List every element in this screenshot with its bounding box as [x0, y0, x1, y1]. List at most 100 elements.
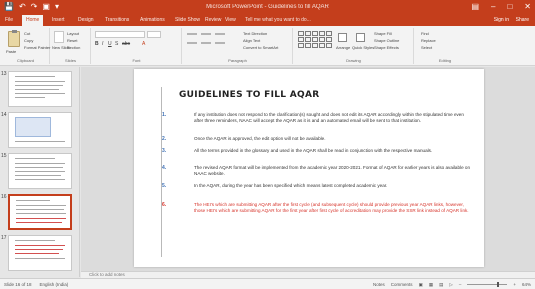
tab-transitions[interactable]: Transitions — [105, 16, 129, 24]
arrange-button[interactable]: Arrange — [336, 45, 350, 51]
bold-icon[interactable]: B — [95, 41, 99, 47]
restore-icon[interactable]: ▤ — [471, 1, 479, 12]
tab-review[interactable]: Review — [205, 16, 221, 24]
strikethrough-icon[interactable]: abc — [122, 41, 130, 47]
minimize-icon[interactable]: – — [491, 1, 495, 12]
guideline-text: In the AQAR, during the year has been sp… — [194, 183, 388, 188]
reset-button[interactable]: Reset — [67, 38, 77, 44]
tab-view[interactable]: View — [225, 16, 236, 24]
text-direction-button[interactable]: Text Direction — [243, 31, 267, 37]
slides-label: Slides — [65, 58, 76, 63]
tab-insert[interactable]: Insert — [52, 16, 65, 24]
copy-button[interactable]: Copy — [24, 38, 33, 44]
tab-animations[interactable]: Animations — [140, 16, 165, 24]
normal-view-icon[interactable]: ▣ — [419, 281, 423, 288]
tab-design[interactable]: Design — [78, 16, 94, 24]
slide-thumbnail[interactable] — [8, 235, 72, 271]
font-name-box[interactable] — [95, 31, 145, 38]
layout-button[interactable]: Layout — [67, 31, 79, 37]
guideline-number: 3. — [162, 148, 167, 154]
zoom-slider[interactable] — [467, 282, 508, 287]
slides-group: New Slide Layout Reset Section Slides — [51, 28, 91, 64]
redo-icon[interactable]: ↷ — [31, 2, 38, 12]
shape-outline-button[interactable]: Shape Outline — [374, 38, 399, 44]
shape-effects-button[interactable]: Shape Effects — [374, 45, 399, 51]
paste-label[interactable]: Paste — [6, 49, 16, 55]
maximize-icon[interactable]: □ — [507, 1, 512, 12]
quick-styles-icon[interactable] — [356, 33, 365, 42]
slide-thumbnail[interactable] — [8, 71, 72, 107]
undo-icon[interactable]: ↶ — [19, 2, 26, 12]
thumb-number: 17 — [1, 235, 7, 241]
align-left-icon[interactable] — [187, 42, 197, 44]
save-icon[interactable]: 💾 — [4, 2, 14, 12]
clipboard-group: Paste Cut Copy Format Painter Clipboard — [2, 28, 50, 64]
underline-icon[interactable]: U — [108, 41, 112, 47]
language-indicator[interactable]: English (India) — [40, 281, 69, 288]
numbering-icon[interactable] — [201, 33, 211, 35]
tell-me-search[interactable]: Tell me what you want to do... — [245, 16, 311, 24]
font-group: B I U S abc A Font — [92, 28, 182, 64]
new-slide-icon[interactable] — [54, 31, 64, 43]
zoom-level[interactable]: 64% — [522, 281, 531, 288]
thumb-number: 14 — [1, 112, 7, 118]
slide-thumbnail-pane: 13 14 15 16 17 — [0, 67, 80, 277]
font-size-box[interactable] — [147, 31, 161, 38]
indent-icon[interactable] — [215, 33, 225, 35]
slideshow-icon[interactable]: ▷ — [449, 281, 452, 288]
drawing-label: Drawing — [346, 58, 361, 63]
notes-pane[interactable]: Click to add notes — [81, 271, 535, 278]
tab-home[interactable]: Home — [22, 15, 44, 26]
guideline-number: 2. — [162, 136, 167, 142]
present-icon[interactable]: ▣ — [42, 2, 50, 12]
reading-view-icon[interactable]: ▤ — [439, 281, 443, 288]
replace-button[interactable]: Replace — [421, 38, 436, 44]
guideline-number: 1. — [162, 112, 167, 118]
slide-thumbnail-selected[interactable] — [8, 194, 72, 230]
zoom-out-icon[interactable]: – — [459, 281, 462, 288]
slide-sorter-icon[interactable]: ▦ — [429, 281, 433, 288]
shape-fill-button[interactable]: Shape Fill — [374, 31, 392, 37]
clipboard-label: Clipboard — [16, 58, 35, 63]
guideline-text: Once the AQAR is approved, the edit opti… — [194, 136, 326, 141]
tab-slide-show[interactable]: Slide Show — [175, 16, 200, 24]
tab-file[interactable]: File — [5, 16, 13, 24]
paste-icon[interactable] — [8, 30, 20, 47]
quick-styles-button[interactable]: Quick Styles — [352, 45, 374, 51]
close-icon[interactable]: ✕ — [524, 1, 531, 12]
guideline-number: 4. — [162, 165, 167, 171]
align-center-icon[interactable] — [201, 42, 211, 44]
sign-in-link[interactable]: Sign in — [494, 16, 509, 24]
convert-smartart-button[interactable]: Convert to SmartArt — [243, 45, 278, 51]
slide-canvas[interactable]: GUIDELINES TO FILL AQAR 1. If any instit… — [134, 69, 484, 267]
drawing-group: Arrange Quick Styles Shape Fill Shape Ou… — [294, 28, 414, 64]
bullets-icon[interactable] — [187, 33, 197, 35]
thumb-number: 15 — [1, 153, 7, 159]
slide-counter: Slide 16 of 18 — [4, 282, 32, 287]
cut-button[interactable]: Cut — [24, 31, 30, 37]
paragraph-label: Paragraph — [228, 58, 247, 63]
notes-button[interactable]: Notes — [373, 281, 385, 288]
font-color-icon[interactable]: A — [142, 41, 145, 47]
share-button[interactable]: Share — [516, 16, 529, 24]
section-button[interactable]: Section — [67, 45, 80, 51]
slide-thumbnail[interactable] — [8, 153, 72, 189]
arrange-icon[interactable] — [338, 33, 347, 42]
select-button[interactable]: Select — [421, 45, 432, 51]
zoom-in-icon[interactable]: + — [513, 281, 516, 288]
guideline-number: 5. — [162, 183, 167, 189]
guideline-text: The HEI's which are submitting AQAR afte… — [194, 202, 469, 213]
italic-icon[interactable]: I — [102, 41, 103, 47]
comments-button[interactable]: Comments — [391, 281, 413, 288]
shadow-icon[interactable]: S — [115, 41, 118, 47]
format-painter-button[interactable]: Format Painter — [24, 45, 50, 51]
align-text-button[interactable]: Align Text — [243, 38, 260, 44]
editing-group: Find Replace Select Editing — [415, 28, 475, 64]
paragraph-group: Text Direction Align Text Convert to Sma… — [183, 28, 293, 64]
slide-thumbnail[interactable] — [8, 112, 72, 148]
customize-qat-icon[interactable]: ▾ — [55, 2, 59, 12]
slide-title[interactable]: GUIDELINES TO FILL AQAR — [179, 90, 319, 100]
find-button[interactable]: Find — [421, 31, 429, 37]
align-right-icon[interactable] — [215, 42, 225, 44]
guideline-text: If any institution does not respond to t… — [194, 112, 464, 123]
